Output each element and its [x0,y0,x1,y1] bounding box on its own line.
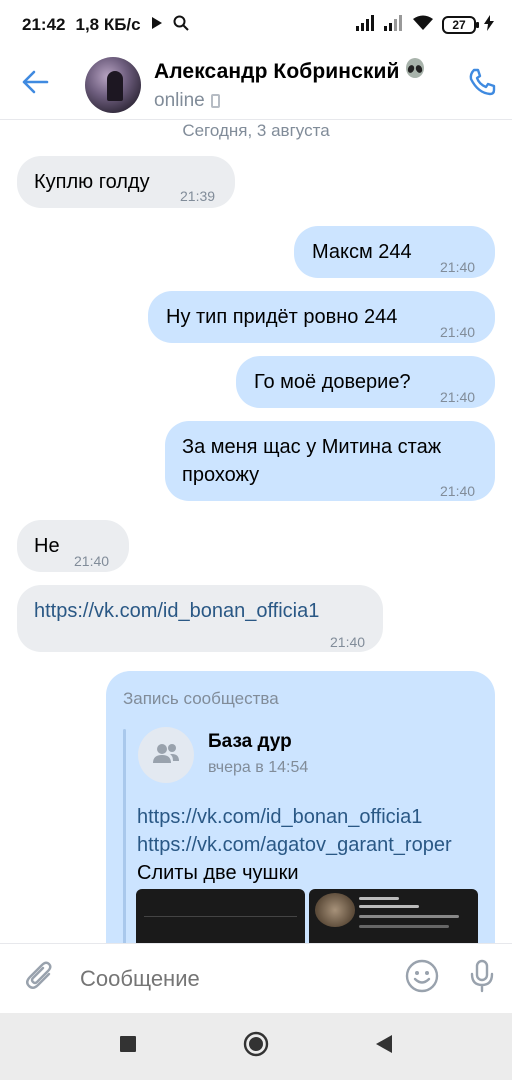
post-link[interactable]: https://vk.com/agatov_garant_roper [137,831,452,859]
message-outgoing[interactable]: Го моё доверие? 21:40 [236,356,495,408]
post-caption: Слиты две чушки [137,862,299,884]
message-incoming[interactable]: https://vk.com/id_bonan_officia1 21:40 [17,585,383,652]
battery-icon: 27 [442,16,479,34]
charging-icon [484,14,494,36]
mobile-icon [210,93,220,108]
message-text: Максм 244 [312,241,412,263]
avatar[interactable] [85,56,141,113]
emoji-button[interactable] [392,944,452,1014]
message-time: 21:40 [440,259,476,275]
peer-info[interactable]: Александр Кобринский online [154,57,452,112]
call-button[interactable] [452,50,512,120]
message-text: Го моё доверие? [254,371,411,393]
repost-quote-bar [123,729,126,943]
battery-level: 27 [452,18,466,32]
square-icon [119,1035,137,1058]
message-time: 21:40 [440,483,476,499]
system-navigation-bar [0,1013,512,1080]
network-speed: 1,8 КБ/с [75,15,141,34]
triangle-back-icon [375,1034,393,1059]
message-incoming[interactable]: Не 21:40 [17,520,129,572]
status-bar: 21:42 1,8 КБ/с 27 [0,0,512,50]
repost-card[interactable]: Запись сообщества База дур вчера в 14:54… [106,671,495,943]
recents-button[interactable] [108,1027,148,1067]
message-outgoing[interactable]: Ну тип придёт ровно 244 21:40 [148,291,495,343]
signal-icon [356,14,376,36]
attach-button[interactable] [0,944,80,1014]
message-list[interactable]: Сегодня, 3 августа Куплю голду 21:39 Мак… [0,121,512,943]
paperclip-icon [25,960,55,997]
message-text: Ну тип придёт ровно 244 [166,306,398,328]
voice-button[interactable] [452,944,512,1014]
post-attachments [136,889,478,943]
phone-icon [467,67,497,102]
message-text-line1: За меня щас у Митина стаж [182,436,442,458]
circle-icon [243,1031,269,1062]
peer-status: online [154,89,205,111]
attachment-image[interactable] [309,889,478,943]
message-time: 21:40 [74,553,110,569]
message-outgoing[interactable]: Максм 244 21:40 [294,226,495,278]
message-link[interactable]: https://vk.com/id_bonan_officia1 [34,597,319,625]
wifi-icon [412,15,434,36]
back-button[interactable] [0,50,70,120]
group-avatar[interactable] [138,727,194,783]
search-icon [173,15,189,36]
attachment-image[interactable] [136,889,305,943]
group-name[interactable]: База дур [208,731,292,753]
message-time: 21:40 [440,389,476,405]
back-nav-button[interactable] [364,1027,404,1067]
home-button[interactable] [236,1027,276,1067]
users-icon [152,742,180,769]
message-time: 21:39 [180,188,216,204]
peer-name: Александр Кобринский [154,59,400,83]
message-time: 21:40 [330,634,366,650]
chat-header: Александр Кобринский online [0,50,512,120]
alien-icon [405,57,425,86]
post-text: https://vk.com/id_bonan_officia1 https:/… [137,803,452,887]
message-text: Куплю голду [34,171,150,193]
date-separator: Сегодня, 3 августа [182,121,330,140]
microphone-icon [469,959,495,998]
post-link[interactable]: https://vk.com/id_bonan_officia1 [137,803,452,831]
message-text-line2: прохожу [182,464,260,486]
signal-icon-2 [384,14,404,36]
smile-icon [405,959,439,998]
message-composer [0,943,512,1013]
message-text: Не [34,535,60,557]
message-time: 21:40 [440,324,476,340]
repost-label: Запись сообщества [123,689,279,708]
message-input[interactable] [80,965,392,992]
clock: 21:42 [22,15,66,34]
arrow-left-icon [21,70,49,99]
play-icon [151,15,163,35]
message-outgoing[interactable]: За меня щас у Митина стаж прохожу 21:40 [165,421,495,501]
message-incoming[interactable]: Куплю голду 21:39 [17,156,235,208]
post-date: вчера в 14:54 [208,759,309,776]
